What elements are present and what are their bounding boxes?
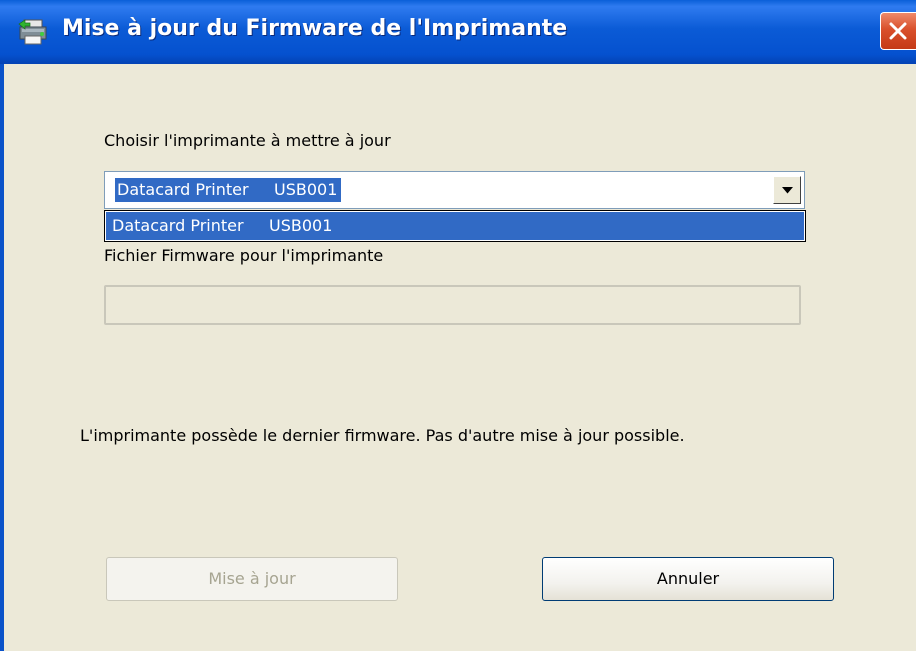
firmware-label: Fichier Firmware pour l'imprimante <box>104 246 384 265</box>
close-button[interactable] <box>880 12 916 50</box>
firmware-update-dialog: Mise à jour du Firmware de l'Imprimante … <box>0 0 916 651</box>
status-message: L'imprimante possède le dernier firmware… <box>80 426 685 445</box>
printer-update-icon <box>18 18 50 46</box>
printer-dropdown-list: Datacard Printer USB001 <box>104 210 806 242</box>
window-frame-left <box>0 64 4 651</box>
dropdown-option[interactable]: Datacard Printer USB001 <box>106 212 804 240</box>
dropdown-button[interactable] <box>773 176 801 204</box>
firmware-file-field <box>104 285 801 325</box>
update-button[interactable]: Mise à jour <box>106 557 398 601</box>
printer-label: Choisir l'imprimante à mettre à jour <box>104 131 391 150</box>
window-title: Mise à jour du Firmware de l'Imprimante <box>62 16 568 41</box>
cancel-button[interactable]: Annuler <box>542 557 834 601</box>
printer-select[interactable]: Datacard Printer USB001 <box>104 171 805 209</box>
title-bar[interactable]: Mise à jour du Firmware de l'Imprimante <box>0 0 916 64</box>
printer-select-value: Datacard Printer USB001 <box>115 178 342 202</box>
